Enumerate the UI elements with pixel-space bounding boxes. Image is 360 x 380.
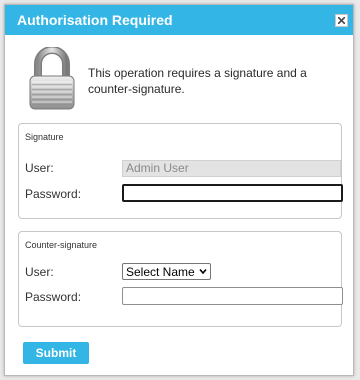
padlock-icon	[29, 47, 75, 110]
chevron-down-icon	[199, 268, 207, 275]
signature-section: Signature User: Admin User Password:	[18, 123, 343, 219]
title-bar[interactable]: Authorisation Required	[5, 5, 353, 35]
signature-password-input[interactable]	[122, 184, 343, 202]
counter-signature-user-select[interactable]: Select Name	[122, 263, 211, 280]
counter-signature-section: Counter-signature User: Select Name Pass…	[18, 231, 343, 327]
close-button[interactable]	[335, 14, 348, 27]
signature-user-label: User:	[25, 161, 54, 175]
counter-signature-legend: Counter-signature	[25, 240, 98, 250]
counter-signature-user-label: User:	[25, 265, 54, 279]
signature-legend: Signature	[25, 132, 64, 142]
dialog-title: Authorisation Required	[17, 12, 173, 28]
dialog-message: This operation requires a signature and …	[88, 66, 307, 96]
counter-signature-password-input[interactable]	[122, 287, 343, 305]
signature-user-field: Admin User	[122, 160, 341, 177]
counter-signature-user-selected: Select Name	[126, 265, 195, 279]
authorisation-dialog: Authorisation Required This operation re…	[4, 4, 354, 376]
signature-password-label: Password:	[25, 187, 82, 201]
submit-button[interactable]: Submit	[23, 342, 89, 364]
counter-signature-password-label: Password:	[25, 290, 82, 304]
close-icon	[338, 17, 345, 24]
